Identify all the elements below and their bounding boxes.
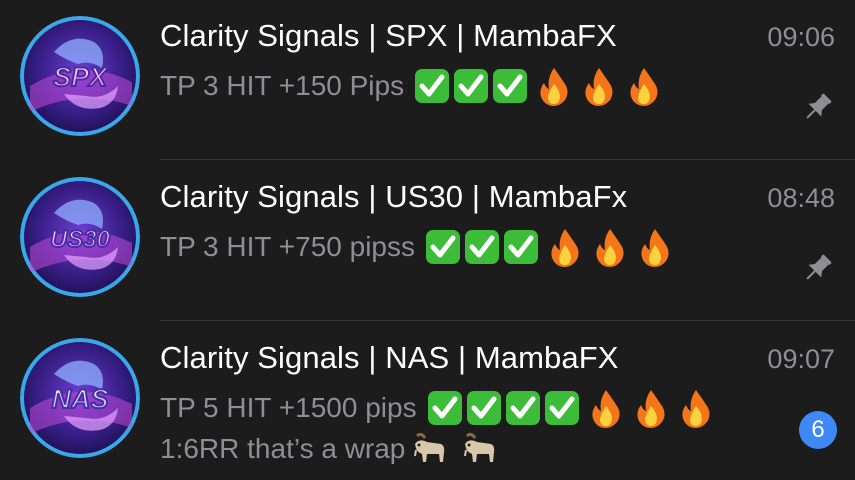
chat-preview: TP 3 HIT +750 pipss <box>160 227 674 267</box>
check-mark-emoji-icon <box>493 69 528 103</box>
chat-title: Clarity Signals | SPX | MambaFX <box>160 18 617 53</box>
avatar-spx: SPX <box>20 16 140 136</box>
preview-emojis <box>414 66 663 106</box>
avatar-label: US30 <box>50 226 111 253</box>
pin-icon <box>806 93 832 119</box>
check-mark-emoji-icon <box>454 69 489 103</box>
fire-emoji-icon <box>591 390 620 428</box>
avatar-us30: US30 <box>20 177 140 297</box>
chat-title: Clarity Signals | NAS | MambaFX <box>160 340 619 375</box>
chat-time: 09:06 <box>767 22 835 52</box>
unread-count-badge: 6 <box>799 411 837 449</box>
chat-time: 09:07 <box>767 344 835 374</box>
preview-emojis <box>425 227 674 267</box>
avatar-nas: NAS <box>20 338 140 458</box>
fire-emoji-icon <box>540 68 568 106</box>
goat-emoji-icon <box>414 432 445 462</box>
fire-emoji-icon <box>585 68 613 106</box>
fire-emoji-icon <box>641 229 669 267</box>
check-mark-emoji-icon <box>544 391 579 425</box>
chat-row-nas[interactable]: NAS Clarity Signals | NAS | MambaFX 09:0… <box>0 322 855 480</box>
fire-emoji-icon <box>636 390 665 428</box>
chat-list: SPX Clarity Signals | SPX | MambaFX 09:0… <box>0 0 855 480</box>
chat-row-spx[interactable]: SPX Clarity Signals | SPX | MambaFX 09:0… <box>0 0 855 161</box>
check-mark-emoji-icon <box>465 230 499 264</box>
divider <box>160 320 855 321</box>
fire-emoji-icon <box>630 68 658 106</box>
chat-row-us30[interactable]: US30 Clarity Signals | US30 | MambaFx 08… <box>0 161 855 322</box>
divider <box>160 159 855 160</box>
preview-text: TP 5 HIT +1500 pips <box>160 392 417 423</box>
goat-emoji-icon <box>464 432 495 462</box>
avatar-label: NAS <box>51 384 108 414</box>
preview-emojis <box>427 388 715 428</box>
chat-title: Clarity Signals | US30 | MambaFx <box>160 179 628 214</box>
avatar-label: SPX <box>53 62 109 92</box>
check-mark-emoji-icon <box>426 230 460 264</box>
pin-icon <box>806 254 832 280</box>
chat-preview: TP 5 HIT +1500 pips <box>160 388 715 428</box>
check-mark-emoji-icon <box>466 391 501 425</box>
chat-preview-line2: 1:6RR that’s a wrap <box>160 430 499 468</box>
fire-emoji-icon <box>596 229 624 267</box>
check-mark-emoji-icon <box>505 391 540 425</box>
fire-emoji-icon <box>551 229 579 267</box>
preview-text: TP 3 HIT +150 Pips <box>160 70 405 101</box>
preview-text: TP 3 HIT +750 pipss <box>160 231 415 262</box>
preview-text-line2: 1:6RR that’s a wrap <box>160 433 406 464</box>
check-mark-emoji-icon <box>504 230 538 264</box>
chat-preview: TP 3 HIT +150 Pips <box>160 66 663 106</box>
chat-time: 08:48 <box>767 183 835 213</box>
check-mark-emoji-icon <box>427 391 462 425</box>
check-mark-emoji-icon <box>415 69 450 103</box>
fire-emoji-icon <box>681 390 710 428</box>
